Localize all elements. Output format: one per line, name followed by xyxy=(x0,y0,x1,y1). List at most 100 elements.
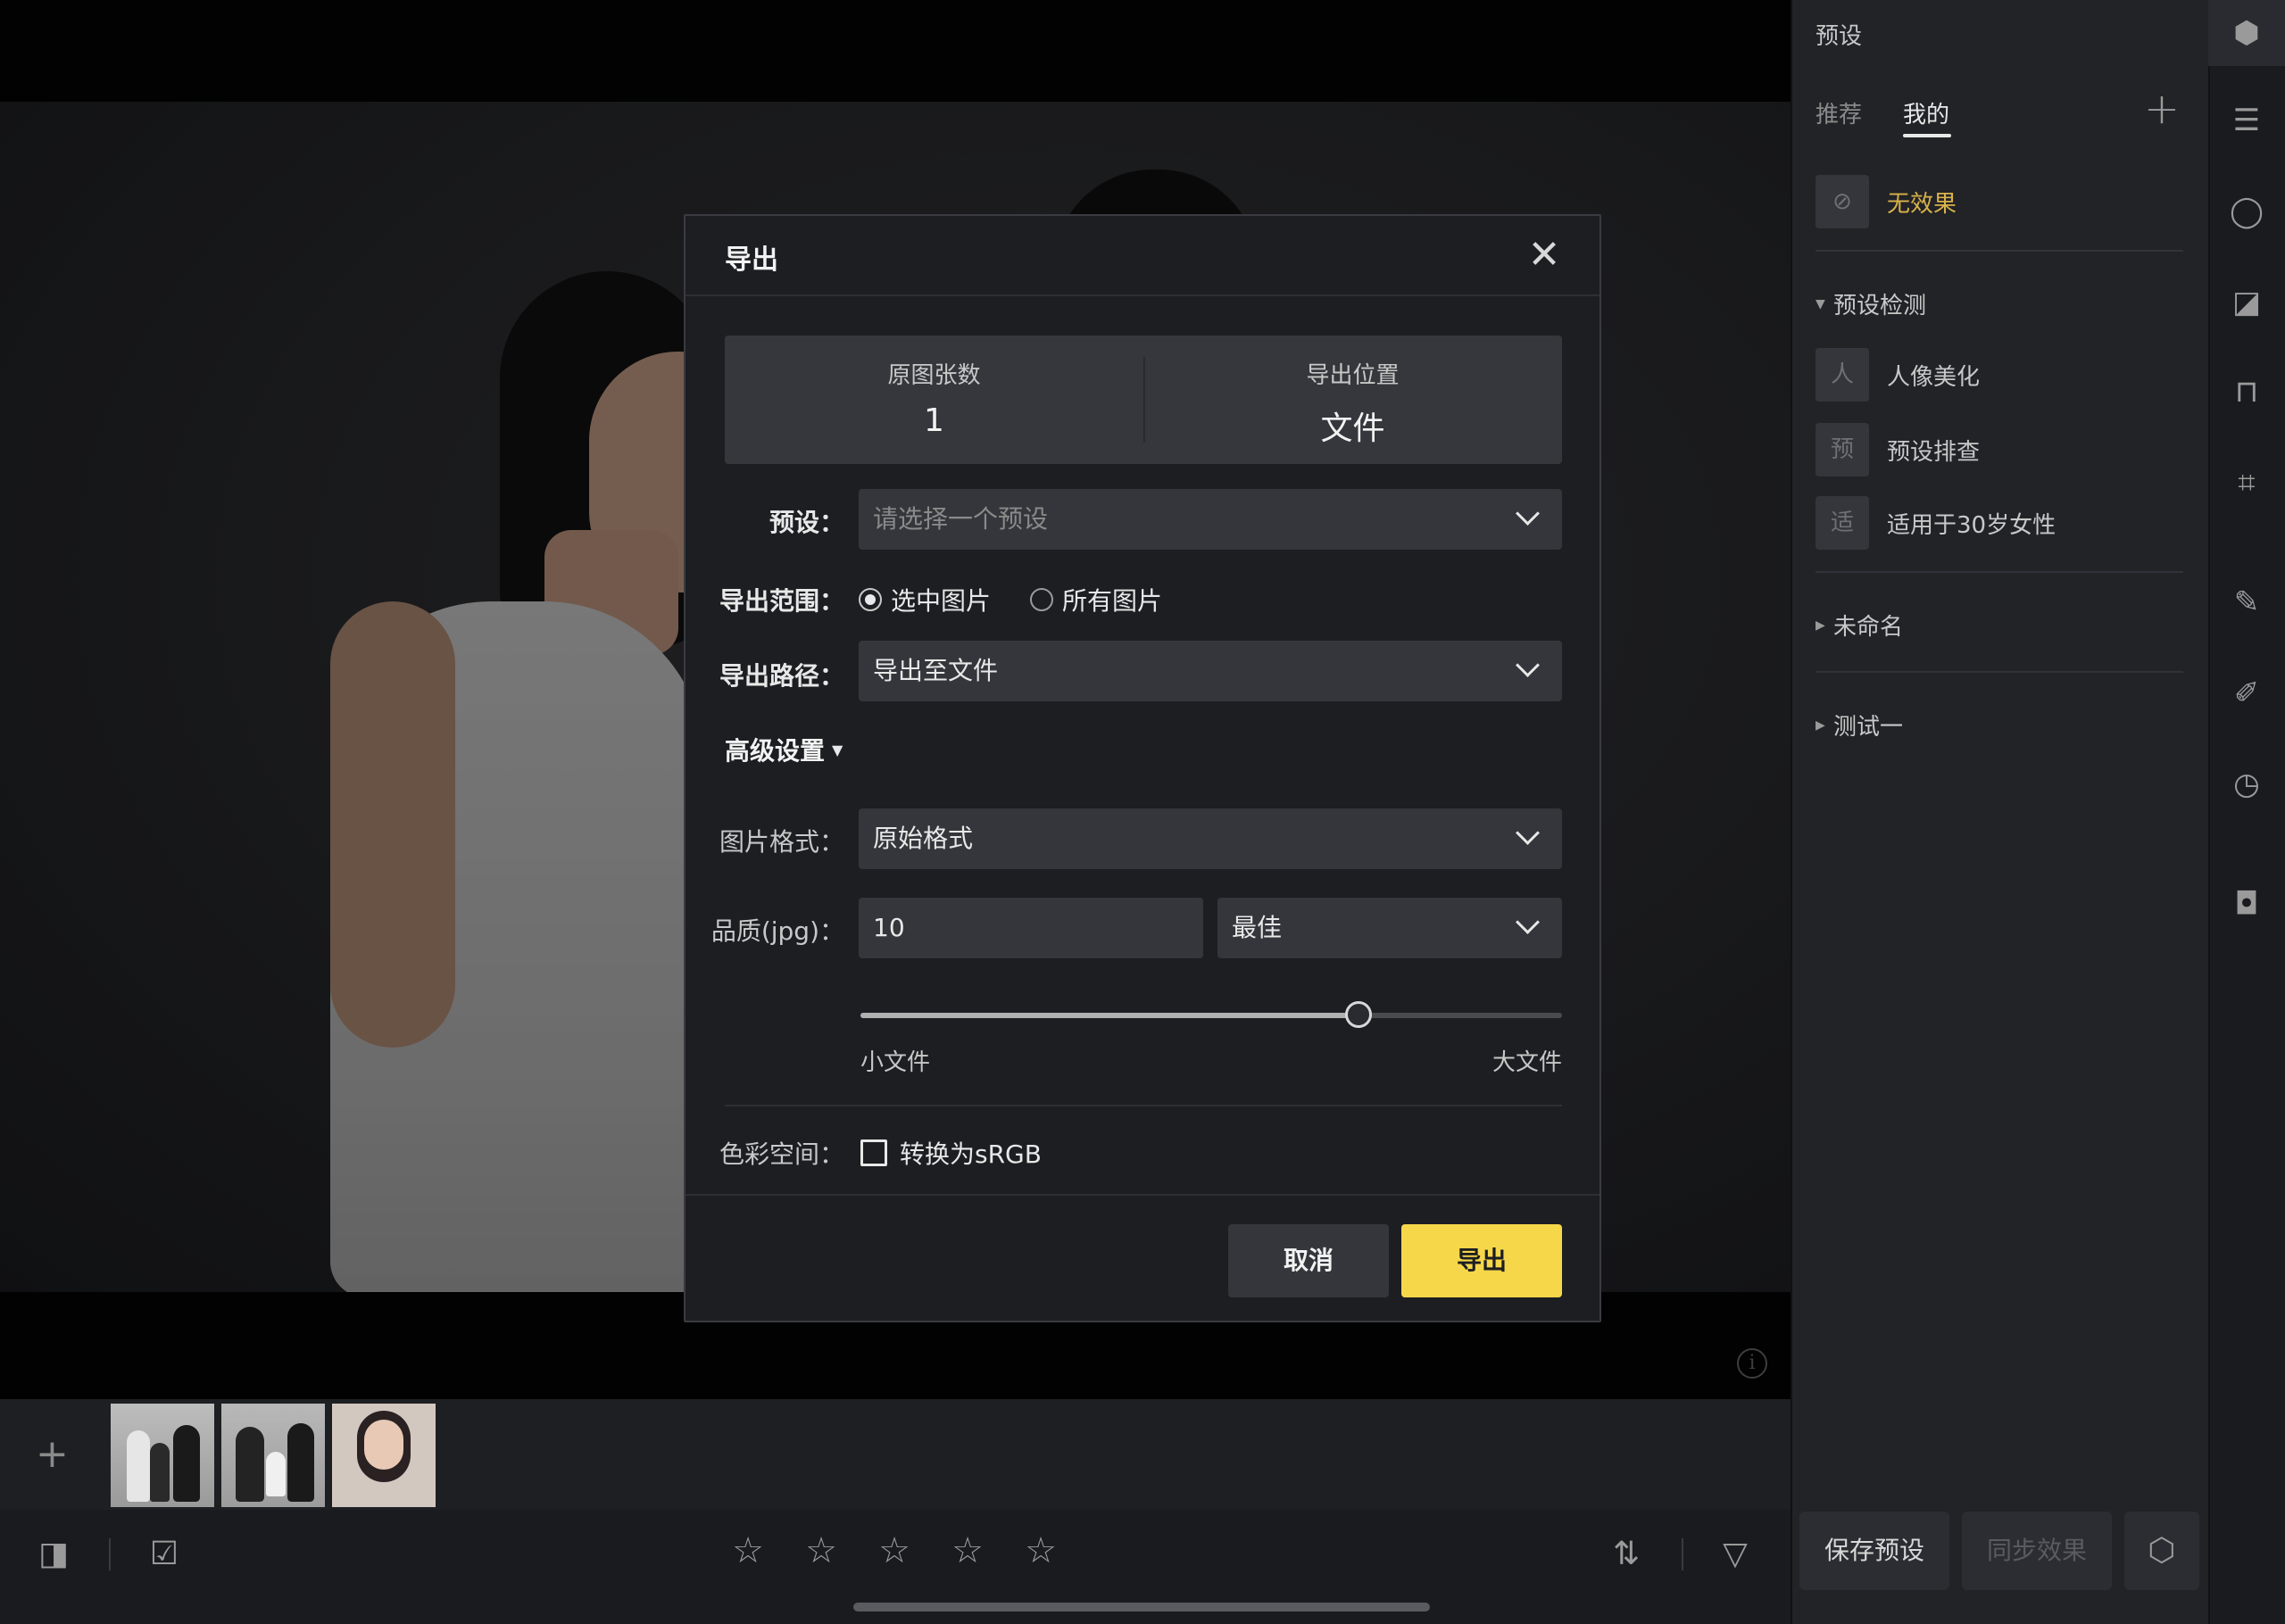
radio-selected-images[interactable]: 选中图片 xyxy=(859,582,991,617)
preset-item-label: 人像美化 xyxy=(1887,363,1981,391)
close-icon[interactable]: ✕ xyxy=(1523,234,1566,277)
preset-badge: 预 xyxy=(1816,423,1869,476)
format-label: 图片格式： xyxy=(719,827,844,857)
preset-item[interactable]: 人 人像美化 xyxy=(1816,348,1980,402)
srgb-checkbox[interactable]: 转换为sRGB xyxy=(860,1135,1042,1171)
divider xyxy=(725,1105,1562,1106)
toolbar-separator xyxy=(1682,1538,1683,1570)
divider xyxy=(1816,250,2183,252)
preset-item-label: 无效果 xyxy=(1887,190,1957,218)
stat-label: 导出位置 xyxy=(1306,362,1400,389)
dialog-header: 导出 ✕ xyxy=(686,216,1600,296)
chevron-down-icon xyxy=(1514,655,1541,682)
image-adjust-icon[interactable]: ◪ xyxy=(2226,282,2267,323)
rating-star[interactable]: ☆ xyxy=(1021,1531,1060,1570)
format-select[interactable]: 原始格式 xyxy=(859,808,1562,869)
home-indicator xyxy=(853,1603,1430,1612)
quality-preset-value: 最佳 xyxy=(1232,913,1283,942)
plus-icon[interactable]: + xyxy=(36,1435,69,1474)
save-preset-button[interactable]: 保存预设 xyxy=(1799,1512,1949,1590)
select-all-icon[interactable]: ☑ xyxy=(145,1537,184,1572)
cube-icon[interactable]: ⬢ xyxy=(2226,12,2267,54)
path-value: 导出至文件 xyxy=(873,656,999,685)
preset-placeholder: 请选择一个预设 xyxy=(873,504,1049,534)
pencil-icon[interactable]: ✐ xyxy=(2226,673,2267,714)
rating-star[interactable]: ☆ xyxy=(802,1531,841,1570)
tab-active-indicator xyxy=(1903,134,1951,137)
brush-icon[interactable]: ✎ xyxy=(2226,582,2267,623)
thumbnail[interactable] xyxy=(221,1404,325,1507)
quality-preset-select[interactable]: 最佳 xyxy=(1217,898,1562,958)
preset-group-label: 预设检测 xyxy=(1833,293,1927,319)
thumbnail[interactable] xyxy=(332,1404,436,1507)
quality-label: 品质(jpg)： xyxy=(710,916,844,946)
slider-max-label: 大文件 xyxy=(1492,1049,1563,1076)
radio-all-images[interactable]: 所有图片 xyxy=(1030,582,1162,617)
export-button[interactable]: 导出 xyxy=(1401,1224,1562,1297)
triangle-right-icon: ▶ xyxy=(1816,617,1825,633)
sync-effect-button[interactable]: 同步效果 xyxy=(1962,1512,2112,1590)
face-icon[interactable]: ◯ xyxy=(2226,191,2267,232)
rating-star[interactable]: ☆ xyxy=(728,1531,768,1570)
radio-on-icon xyxy=(859,588,882,611)
advanced-label: 高级设置 xyxy=(725,736,826,766)
history-icon[interactable]: ◷ xyxy=(2226,764,2267,805)
path-select[interactable]: 导出至文件 xyxy=(859,641,1562,701)
triangle-right-icon: ▶ xyxy=(1816,717,1825,733)
advanced-settings-toggle[interactable]: 高级设置 ▼ xyxy=(725,732,843,767)
quality-slider-handle[interactable] xyxy=(1345,1001,1372,1028)
path-label: 导出路径： xyxy=(719,661,844,691)
shirt-icon[interactable]: ⊓ xyxy=(2226,371,2267,412)
crop-icon[interactable]: ⌗ xyxy=(2226,462,2267,503)
tab-mine[interactable]: 我的 xyxy=(1903,96,1949,129)
stat-value: 文件 xyxy=(1320,410,1385,447)
format-value: 原始格式 xyxy=(873,824,974,853)
hexagon-gear-icon[interactable]: ⬡ xyxy=(2124,1512,2199,1590)
radio-off-icon xyxy=(1030,588,1053,611)
export-dialog: 导出 ✕ 原图张数 1 导出位置 文件 预设： 请选择一个预设 导出范围： 选中… xyxy=(684,214,1601,1322)
divider xyxy=(1816,671,2183,673)
sort-icon[interactable]: ⇅ xyxy=(1607,1537,1646,1572)
preset-badge: 人 xyxy=(1816,348,1869,402)
preset-group-header[interactable]: ▶ 未命名 xyxy=(1816,609,1903,642)
tab-recommended[interactable]: 推荐 xyxy=(1816,96,1862,129)
rating-star[interactable]: ☆ xyxy=(948,1531,987,1570)
preset-item-none[interactable]: ⊘ 无效果 xyxy=(1816,175,1957,228)
radio-label: 选中图片 xyxy=(891,586,992,616)
sliders-icon[interactable]: ☰ xyxy=(2226,100,2267,141)
circle-slash-icon: ⊘ xyxy=(1816,175,1869,228)
plus-icon[interactable]: + xyxy=(2142,87,2181,130)
preset-group-header[interactable]: ▼ 预设检测 xyxy=(1816,287,1926,320)
preset-item-label: 预设排查 xyxy=(1887,438,1981,466)
compare-icon[interactable]: ◨ xyxy=(34,1537,73,1572)
divider xyxy=(1816,571,2183,573)
filter-icon[interactable]: ▽ xyxy=(1716,1537,1755,1572)
preset-item[interactable]: 适 适用于30岁女性 xyxy=(1816,496,2056,550)
preset-select[interactable]: 请选择一个预设 xyxy=(859,489,1562,550)
stat-export-location: 导出位置 文件 xyxy=(1143,336,1562,464)
dialog-title: 导出 xyxy=(725,244,778,276)
quality-slider-fill xyxy=(860,1013,1359,1018)
chevron-down-icon xyxy=(1514,912,1541,939)
rating-star[interactable]: ☆ xyxy=(875,1531,914,1570)
preset-group-header[interactable]: ▶ 测试一 xyxy=(1816,708,1903,742)
cancel-button[interactable]: 取消 xyxy=(1228,1224,1389,1297)
quality-input[interactable] xyxy=(859,898,1203,958)
preset-item[interactable]: 预 预设排查 xyxy=(1816,423,1980,476)
checkbox-label: 转换为sRGB xyxy=(900,1139,1042,1169)
camera-icon[interactable]: ◘ xyxy=(2226,883,2267,924)
preset-group-label: 测试一 xyxy=(1833,714,1904,741)
stat-value: 1 xyxy=(924,402,944,439)
toolbar-separator xyxy=(109,1538,111,1570)
panel-title: 预设 xyxy=(1816,23,1863,50)
thumbnail[interactable] xyxy=(111,1404,214,1507)
chevron-down-icon xyxy=(1514,823,1541,849)
preset-item-label: 适用于30岁女性 xyxy=(1887,511,2056,539)
preset-group-label: 未命名 xyxy=(1833,614,1904,641)
slider-min-label: 小文件 xyxy=(860,1049,931,1076)
triangle-down-icon: ▼ xyxy=(1816,296,1825,311)
export-summary: 原图张数 1 导出位置 文件 xyxy=(725,336,1562,464)
stat-label: 原图张数 xyxy=(887,362,981,389)
tool-icon-bar xyxy=(2208,0,2285,1624)
chevron-down-icon xyxy=(1514,503,1541,530)
